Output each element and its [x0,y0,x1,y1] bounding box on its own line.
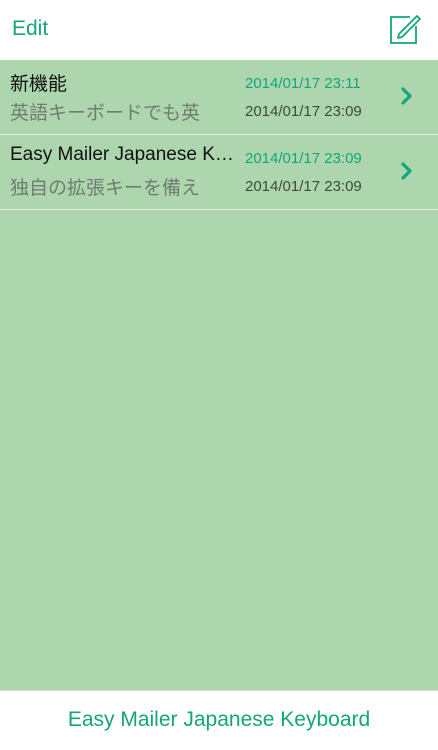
app-window: Edit 新機能 英語キーボードでも英 2014/01/17 23:11 201… [0,0,438,750]
note-created-date: 2014/01/17 23:09 [245,103,362,120]
list-item[interactable]: Easy Mailer Japanese Keyboard 独自の拡張キーを備え… [0,135,438,210]
note-modified-date: 2014/01/17 23:11 [245,75,361,92]
note-preview: 独自の拡張キーを備え [10,177,201,199]
compose-icon[interactable] [388,14,424,46]
note-title: Easy Mailer Japanese Keyboard [10,144,238,165]
edit-button[interactable]: Edit [12,17,48,41]
list-item[interactable]: 新機能 英語キーボードでも英 2014/01/17 23:11 2014/01/… [0,60,438,135]
navigation-bar: Edit [0,0,438,60]
chevron-right-icon [400,162,414,180]
note-preview: 英語キーボードでも英 [10,102,201,124]
note-created-date: 2014/01/17 23:09 [245,178,362,195]
bottom-bar: Easy Mailer Japanese Keyboard [0,690,438,750]
chevron-right-icon [400,87,414,105]
note-title: 新機能 [10,74,68,95]
note-modified-date: 2014/01/17 23:09 [245,150,362,167]
app-title: Easy Mailer Japanese Keyboard [67,708,371,731]
notes-list: 新機能 英語キーボードでも英 2014/01/17 23:11 2014/01/… [0,60,438,690]
